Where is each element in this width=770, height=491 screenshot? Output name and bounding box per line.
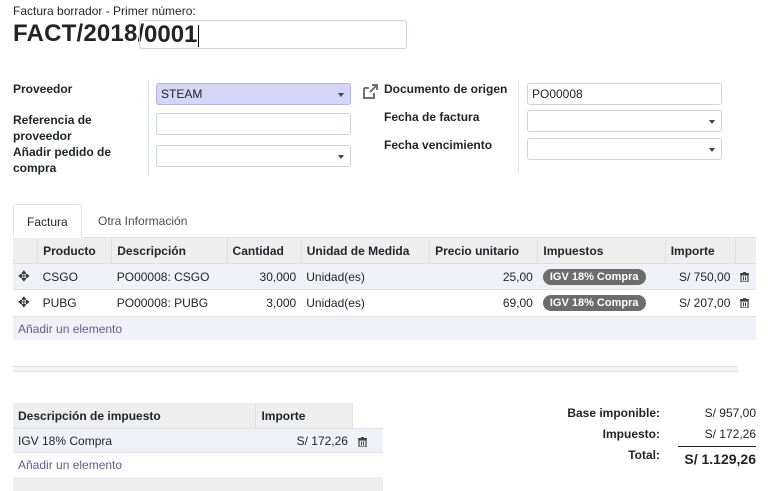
line-unidad[interactable]: Unidad(es) [301, 289, 430, 315]
external-link-icon[interactable] [361, 83, 379, 101]
line-descripcion[interactable]: PO00008: PUBG [111, 289, 228, 315]
total-value: S/ 1.129,26 [684, 451, 756, 467]
col-importe[interactable]: Importe [665, 238, 736, 264]
col-actions [735, 238, 756, 264]
tax-descripcion[interactable]: IGV 18% Compra [13, 428, 256, 453]
field-divider-right [518, 80, 519, 172]
draft-invoice-subtitle: Factura borrador - Primer número: [13, 4, 196, 18]
section-separator [13, 366, 738, 372]
base-imponible-value: S/ 957,00 [704, 406, 756, 420]
text-caret [198, 24, 200, 47]
total-divider [678, 446, 756, 447]
col-producto[interactable]: Producto [37, 238, 113, 264]
invoice-lines-table: Producto Descripción Cantidad Unidad de … [13, 238, 756, 315]
anadir-pedido-select[interactable] [156, 145, 351, 167]
referencia-input[interactable] [156, 113, 351, 135]
table-row[interactable]: ✥ PUBG PO00008: PUBG 3,000 Unidad(es) 69… [13, 289, 756, 315]
tab-factura[interactable]: Factura [13, 204, 82, 238]
col-tax-actions [352, 403, 383, 429]
tax-table: Descripción de impuesto Importe IGV 18% … [13, 403, 383, 453]
trash-icon[interactable] [735, 263, 756, 290]
line-precio[interactable]: 25,00 [429, 263, 538, 290]
drag-column-header [13, 238, 39, 264]
col-tax-descripcion[interactable]: Descripción de impuesto [13, 403, 257, 429]
fecha-factura-input[interactable] [527, 110, 722, 132]
table-row[interactable]: ✥ CSGO PO00008: CSGO 30,000 Unidad(es) 2… [13, 263, 756, 290]
trash-icon[interactable] [352, 428, 383, 453]
tax-table-footer [13, 477, 383, 491]
line-cantidad[interactable]: 3,000 [227, 289, 302, 315]
impuesto-label: Impuesto: [602, 427, 660, 441]
invoice-number-prefix: FACT/2018/ [13, 20, 145, 47]
table-row[interactable]: IGV 18% Compra S/ 172,26 [13, 428, 383, 453]
line-producto[interactable]: CSGO [37, 263, 112, 290]
proveedor-label: Proveedor [13, 82, 73, 96]
proveedor-select[interactable]: STEAM [156, 83, 351, 105]
trash-icon[interactable] [735, 289, 756, 315]
col-unidad[interactable]: Unidad de Medida [301, 238, 431, 264]
impuesto-value: S/ 172,26 [704, 427, 756, 441]
line-unidad[interactable]: Unidad(es) [301, 263, 430, 290]
add-tax-link[interactable]: Añadir un elemento [13, 452, 383, 477]
line-descripcion[interactable]: PO00008: CSGO [111, 263, 228, 290]
line-producto[interactable]: PUBG [37, 289, 112, 315]
documento-origen-label: Documento de origen [384, 82, 508, 96]
line-importe: S/ 750,00 [665, 263, 736, 290]
tax-badge: IGV 18% Compra [542, 294, 646, 311]
documento-origen-input[interactable]: PO00008 [527, 83, 722, 105]
referencia-label: Referencia de proveedor [13, 113, 92, 143]
fecha-vencimiento-input[interactable] [527, 138, 722, 160]
total-label: Total: [628, 448, 660, 462]
col-impuestos[interactable]: Impuestos [537, 238, 666, 264]
line-impuesto[interactable]: IGV 18% Compra [537, 263, 666, 290]
fecha-vencimiento-label: Fecha vencimiento [384, 138, 493, 152]
line-precio[interactable]: 69,00 [429, 289, 538, 315]
tax-importe[interactable]: S/ 172,26 [255, 428, 353, 453]
proveedor-value: STEAM [161, 87, 203, 101]
col-cantidad[interactable]: Cantidad [227, 238, 302, 264]
line-cantidad[interactable]: 30,000 [227, 263, 302, 290]
line-impuesto[interactable]: IGV 18% Compra [537, 289, 666, 315]
base-imponible-label: Base imponible: [567, 406, 660, 420]
tab-otra-informacion[interactable]: Otra Información [85, 204, 200, 238]
drag-handle-icon[interactable]: ✥ [13, 263, 38, 290]
tax-badge: IGV 18% Compra [542, 268, 646, 285]
drag-handle-icon[interactable]: ✥ [13, 289, 38, 315]
line-importe: S/ 207,00 [665, 289, 736, 315]
fecha-factura-label: Fecha de factura [384, 110, 480, 124]
col-descripcion[interactable]: Descripción [111, 238, 228, 264]
col-precio[interactable]: Precio unitario [429, 238, 539, 264]
col-tax-importe[interactable]: Importe [255, 403, 354, 429]
anadir-pedido-label: Añadir pedido de compra [13, 145, 112, 175]
invoice-number-value: 0001 [144, 21, 198, 48]
field-divider [148, 80, 149, 176]
invoice-number-input[interactable]: 0001 [139, 20, 407, 49]
add-line-link[interactable]: Añadir un elemento [13, 316, 756, 340]
